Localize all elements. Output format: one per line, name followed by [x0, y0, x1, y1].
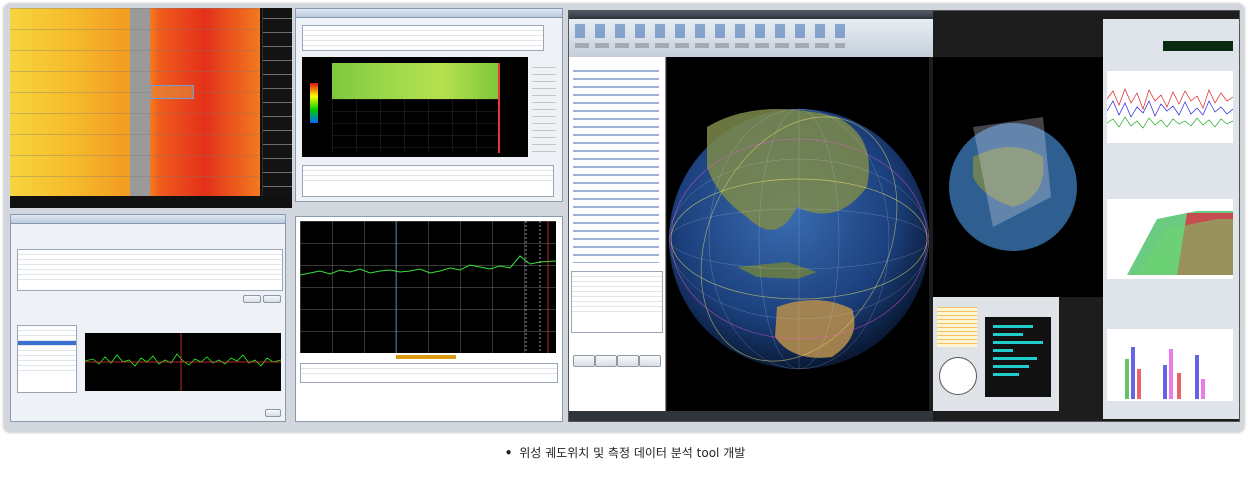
- spectrogram-y-ticks: [532, 61, 556, 157]
- measurement-button-1[interactable]: [243, 295, 261, 303]
- orbit-app-window: [568, 10, 1240, 422]
- spectrogram-titlebar[interactable]: [296, 9, 562, 18]
- measurement-button-2[interactable]: [263, 295, 281, 303]
- screenshot-collage: [4, 4, 1244, 432]
- caption-bullet: •: [504, 446, 513, 460]
- orbit-add-button[interactable]: [573, 355, 595, 367]
- measurement-table: [17, 249, 283, 291]
- spectrogram-lower-grid: [332, 99, 498, 153]
- heatmap-y-axis: [262, 8, 292, 196]
- orbit-copy-button[interactable]: [617, 355, 639, 367]
- orbit-app-tabs[interactable]: [569, 11, 933, 19]
- orbit-zoom-button[interactable]: [595, 355, 617, 367]
- spectrum-status-bar: [396, 355, 456, 359]
- digital-clock: [1163, 41, 1233, 51]
- measurement-titlebar[interactable]: [11, 215, 285, 224]
- spectrogram-window: [295, 8, 563, 202]
- measurement-window: [10, 214, 286, 422]
- spectrum-table: [300, 363, 558, 383]
- spectrum-trace: [300, 255, 556, 276]
- chart-area: [1107, 199, 1233, 279]
- analysis-chart-column: [1103, 19, 1239, 419]
- spectrogram-marker: [498, 63, 500, 153]
- doppler-table-panel: [933, 297, 1059, 411]
- orbit-tree-panel: [569, 57, 666, 411]
- color-scale-bar: [310, 83, 318, 123]
- orbit-app-ribbon: [569, 19, 933, 57]
- doppler-bar-chart: [985, 317, 1051, 397]
- ribbon-icon-row[interactable]: [575, 24, 845, 38]
- heatmap-panel: [10, 8, 292, 208]
- strip-chart-svg: [85, 333, 281, 391]
- heatmap-x-axis: [10, 196, 260, 208]
- chart-area-svg: [1127, 211, 1233, 275]
- orbit-delete-button[interactable]: [639, 355, 661, 367]
- chart-noise-svg: [1106, 88, 1234, 129]
- doppler-grid: [937, 307, 977, 347]
- spectrum-panel: [295, 216, 563, 422]
- heatmap-cursor-box: [150, 85, 194, 99]
- strip-chart-trace: [85, 353, 281, 367]
- spectrogram-table: [302, 25, 544, 51]
- globe-svg: [668, 108, 929, 370]
- heatmap-gridlines: [10, 8, 260, 196]
- orbit-app-statusbar: [569, 411, 933, 421]
- spectrogram-plot: [302, 57, 528, 157]
- chart-noise: [1106, 71, 1234, 143]
- spectrogram-bottom-table: [302, 165, 554, 197]
- measurement-ok-button[interactable]: [265, 409, 281, 417]
- second-globe-view[interactable]: [933, 57, 1103, 297]
- orbit-tree[interactable]: [573, 67, 659, 263]
- globe-view[interactable]: [667, 57, 929, 411]
- second-globe-svg: [949, 117, 1077, 251]
- polar-plot: [939, 357, 977, 395]
- spectrogram-image: [332, 63, 498, 99]
- ribbon-labels: [575, 43, 845, 48]
- chart-histogram: [1107, 329, 1233, 401]
- figure-caption: • 위성 궤도위치 및 측정 데이터 분석 tool 개발: [0, 444, 1250, 461]
- measurement-list: [17, 325, 77, 393]
- caption-text: 위성 궤도위치 및 측정 데이터 분석 tool 개발: [519, 446, 746, 460]
- strip-chart: [85, 333, 281, 391]
- spectrum-svg: [300, 221, 556, 353]
- orbit-info-table: [571, 271, 663, 333]
- chart-histogram-svg: [1125, 347, 1205, 399]
- spectrum-plot: [300, 221, 556, 353]
